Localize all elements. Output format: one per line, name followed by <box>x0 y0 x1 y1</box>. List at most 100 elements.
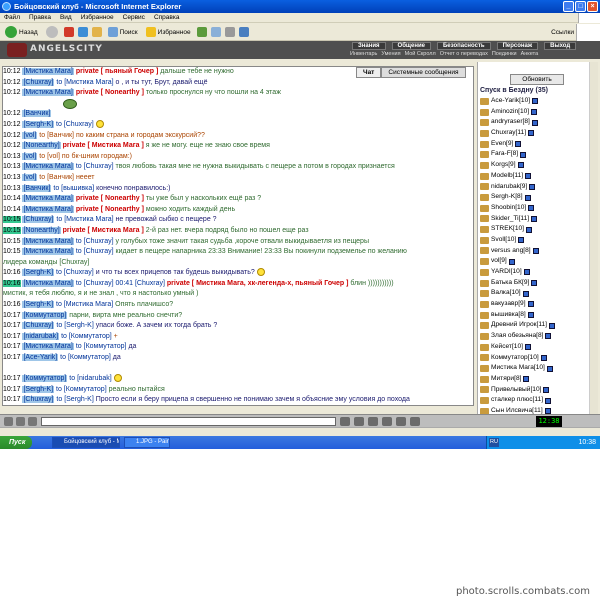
user-row[interactable]: Коммутатор[10] <box>480 353 592 364</box>
user-row[interactable]: Мистика Мага[10] <box>480 363 592 374</box>
menu-favorites[interactable]: Избранное <box>81 13 114 22</box>
user-name[interactable]: Ace-Yarik[10] <box>491 96 530 107</box>
send-icon[interactable] <box>340 417 350 426</box>
user-row[interactable]: YARDI[10] <box>480 267 592 278</box>
user-row[interactable]: Modelb[11] <box>480 171 592 182</box>
nav-exit[interactable]: Выход <box>544 42 577 50</box>
info-icon[interactable] <box>527 301 534 308</box>
chat-timestamp[interactable]: 10:17 <box>3 354 21 361</box>
chat-timestamp[interactable]: 10:17 <box>3 386 21 393</box>
user-row[interactable]: вакузавр[9] <box>480 299 592 310</box>
info-icon[interactable] <box>549 322 556 329</box>
private-message-icon[interactable] <box>480 97 489 105</box>
nav-inventory[interactable]: Инвентарь <box>350 51 377 57</box>
chat-recipient[interactable]: to [nidarubak] <box>69 375 111 382</box>
chat-nick[interactable]: [Ванчик] <box>22 110 52 118</box>
info-icon[interactable] <box>532 98 539 105</box>
chat-input[interactable] <box>41 417 336 426</box>
user-row[interactable]: Сын Илсвича[11] <box>480 406 592 414</box>
chat-clear-icon[interactable] <box>4 417 13 426</box>
chat-recipient[interactable]: to [Мистика Мага] <box>56 216 113 223</box>
user-row[interactable]: Skider_Ti[11] <box>480 214 592 225</box>
home-icon[interactable] <box>91 27 102 37</box>
info-icon[interactable] <box>531 119 538 126</box>
user-row[interactable]: nidarubak[9] <box>480 182 592 193</box>
private-message-icon[interactable] <box>480 194 489 202</box>
user-name[interactable]: Chuxray[11] <box>491 128 526 139</box>
chat-nick[interactable]: [Мистика Мага] <box>22 163 74 171</box>
chat-timestamp[interactable]: 10:17 <box>3 312 21 319</box>
chat-timestamp[interactable]: 10:15 <box>3 248 21 255</box>
private-message-icon[interactable] <box>480 290 489 298</box>
chat-timestamp[interactable]: 10:15 <box>3 216 21 224</box>
chat-recipient[interactable]: to [Мистика Мага] <box>56 79 113 86</box>
chat-filter-icon[interactable] <box>16 417 25 426</box>
private-message-icon[interactable] <box>480 397 489 405</box>
menu-edit[interactable]: Правка <box>29 13 51 22</box>
private-message-icon[interactable] <box>480 365 489 373</box>
private-message-icon[interactable] <box>480 332 489 340</box>
user-row[interactable]: andryraser[8] <box>480 117 592 128</box>
info-icon[interactable] <box>520 151 527 158</box>
user-row[interactable]: versus ang[8] <box>480 246 592 257</box>
tab-chat[interactable]: Чат <box>356 67 382 78</box>
chat-recipient[interactable]: to [Chuxray] <box>76 248 114 255</box>
info-icon[interactable] <box>528 205 535 212</box>
chat-timestamp[interactable]: 10:12 <box>3 132 21 139</box>
chat-recipient[interactable]: to [Chuxray] <box>76 238 114 245</box>
settings-icon[interactable] <box>368 417 378 426</box>
user-row[interactable]: Батька БК[9] <box>480 278 592 289</box>
user-name[interactable]: сталкер плюс[11] <box>491 395 543 406</box>
user-name[interactable]: Svoll[10] <box>491 235 516 246</box>
user-list-scrollbar[interactable] <box>589 62 598 414</box>
nav-profile[interactable]: Анкета <box>521 51 539 57</box>
chat-nick[interactable]: [Мистика Мага] <box>22 195 74 203</box>
chat-nick[interactable]: [Chuxray] <box>22 78 55 86</box>
info-icon[interactable] <box>528 130 535 137</box>
user-row[interactable]: Korgs[9] <box>480 160 592 171</box>
chat-timestamp[interactable]: 10:12 <box>3 89 21 96</box>
chat-timestamp[interactable]: 10:17 <box>3 396 21 403</box>
task-ie[interactable]: Бойцовский клуб - Mi... <box>52 437 120 448</box>
user-name[interactable]: vol[9] <box>491 256 507 267</box>
chat-nick[interactable]: [vol] <box>22 173 38 181</box>
menu-file[interactable]: Файл <box>4 13 20 22</box>
user-name[interactable]: andryraser[8] <box>491 117 530 128</box>
private-message-icon[interactable] <box>480 172 489 180</box>
chat-nick[interactable]: [Chuxray] <box>22 216 55 224</box>
private-message-icon[interactable] <box>480 204 489 212</box>
user-name[interactable]: вышивка[8] <box>491 310 526 321</box>
menu-view[interactable]: Вид <box>60 13 72 22</box>
user-name[interactable]: Кейсет[10] <box>491 342 523 353</box>
user-name[interactable]: Древний Игрок[11] <box>491 320 547 331</box>
back-button[interactable]: Назад <box>3 25 40 39</box>
translit-icon[interactable] <box>354 417 364 426</box>
tab-system-messages[interactable]: Системные сообщения <box>381 67 466 78</box>
chat-timestamp[interactable]: 10:13 <box>3 163 21 170</box>
chat-nick[interactable]: [Коммутатор] <box>22 311 68 319</box>
chat-timestamp[interactable]: 10:16 <box>3 279 21 287</box>
chat-private-recipient[interactable]: private [ Nonearthy ] <box>76 206 144 213</box>
private-message-icon[interactable] <box>480 108 489 116</box>
user-name[interactable]: versus ang[8] <box>491 246 531 257</box>
chat-timestamp[interactable]: 10:16 <box>3 301 21 308</box>
media-icon[interactable] <box>196 27 207 37</box>
chat-nick[interactable]: [Chuxray] <box>22 396 55 404</box>
user-name[interactable]: вакузавр[9] <box>491 299 526 310</box>
chat-recipient[interactable]: to [Коммутатор] <box>56 386 107 393</box>
menu-help[interactable]: Справка <box>154 13 180 22</box>
chat-nick[interactable]: [Мистика Мага] <box>22 89 74 97</box>
info-icon[interactable] <box>522 290 529 297</box>
user-name[interactable]: STREK[10] <box>491 224 524 235</box>
chat-timestamp[interactable]: 10:17 <box>3 333 21 340</box>
chat-recipient[interactable]: to [вышивка] <box>53 185 94 192</box>
user-row[interactable]: Shoobin[10] <box>480 203 592 214</box>
chat-recipient[interactable]: to [Sergh-K] <box>56 322 93 329</box>
private-message-icon[interactable] <box>480 129 489 137</box>
chat-timestamp[interactable]: 10:12 <box>3 142 21 149</box>
chat-timestamp[interactable]: 10:17 <box>3 343 21 350</box>
user-row[interactable]: Древний Игрок[11] <box>480 320 592 331</box>
user-name[interactable]: Fara-F[8] <box>491 149 518 160</box>
info-icon[interactable] <box>531 280 538 287</box>
refresh-button[interactable]: Обновить <box>510 74 564 85</box>
